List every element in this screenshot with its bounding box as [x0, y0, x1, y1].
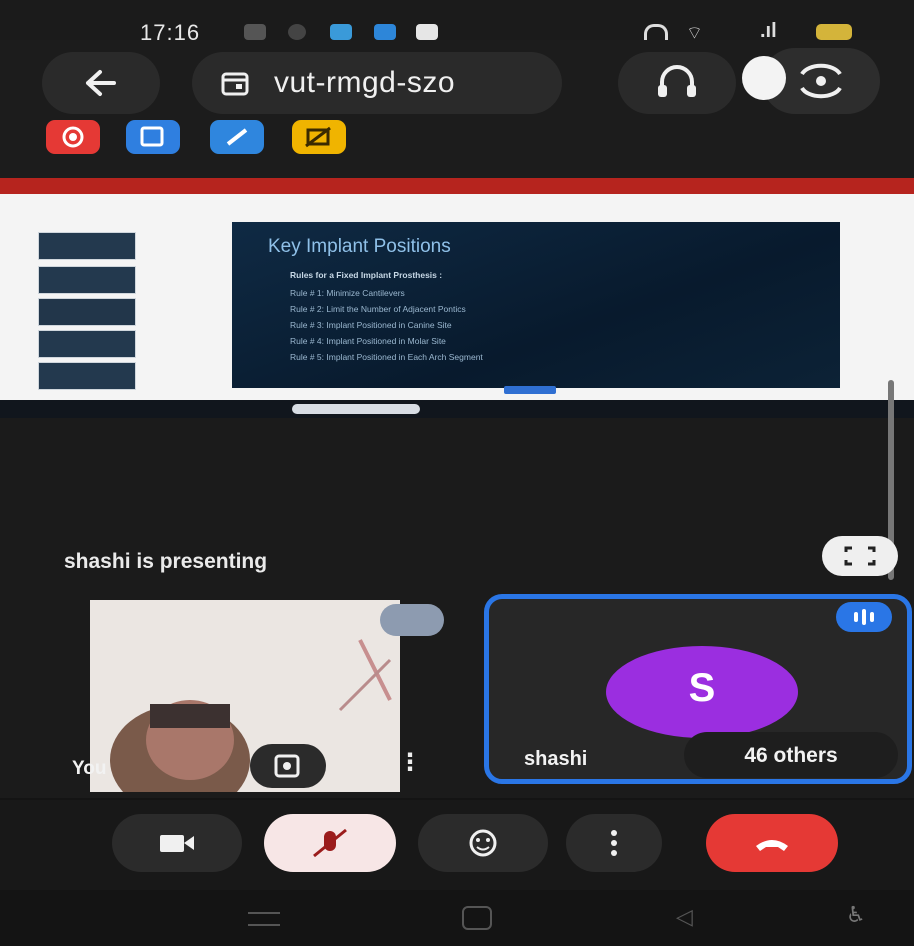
mic-toggle-button[interactable] — [264, 814, 396, 872]
speaking-indicator-icon — [836, 602, 892, 632]
battery-icon — [816, 24, 852, 40]
no-camera-icon[interactable] — [292, 120, 346, 154]
back-button[interactable] — [42, 52, 160, 114]
chat-icon — [288, 24, 306, 40]
avatar-initial: S — [688, 666, 716, 710]
headset-icon — [644, 24, 668, 41]
presenting-status: shashi is presenting — [64, 550, 268, 573]
slide-subtitle: Rules for a Fixed Implant Prosthesis : — [290, 270, 443, 280]
record-icon[interactable] — [46, 120, 100, 154]
slide-thumbnail[interactable] — [38, 362, 136, 390]
slide-badge — [504, 386, 556, 394]
mic-muted-icon — [380, 604, 444, 636]
participant-name: shashi — [524, 748, 588, 770]
effects-icon — [274, 754, 300, 778]
meeting-code: vut-rmgd-szo — [274, 66, 456, 99]
system-navigation-bar — [0, 890, 914, 946]
back-arrow-icon — [86, 70, 116, 96]
slide-rule: Rule # 2: Limit the Number of Adjacent P… — [290, 304, 466, 314]
end-call-icon — [756, 840, 788, 851]
reactions-button[interactable] — [418, 814, 548, 872]
others-label: 46 others — [744, 744, 838, 767]
tile-more-icon[interactable]: ⋮ — [398, 748, 422, 777]
slide-rule: Rule # 5: Implant Positioned in Each Arc… — [290, 352, 483, 362]
moon-icon — [742, 56, 786, 100]
presentation-app-ribbon — [0, 178, 914, 194]
fullscreen-icon — [844, 546, 876, 566]
edit-icon[interactable] — [210, 120, 264, 154]
end-call-button[interactable] — [706, 814, 838, 872]
audio-output-button[interactable] — [618, 52, 736, 114]
slide-thumbnail[interactable] — [38, 330, 136, 358]
camera-icon — [244, 24, 266, 40]
slide-thumbnail[interactable] — [38, 266, 136, 294]
accessibility-icon[interactable]: ♿ — [846, 902, 866, 928]
slide-rule: Rule # 1: Minimize Cantilevers — [290, 288, 405, 298]
slide-rule: Rule # 3: Implant Positioned in Canine S… — [290, 320, 452, 330]
slide-thumbnail[interactable] — [38, 232, 136, 260]
fullscreen-button[interactable] — [822, 536, 898, 576]
presenter-taskbar — [0, 400, 914, 418]
self-label: You — [72, 758, 107, 779]
slide-thumbnail[interactable] — [38, 298, 136, 326]
taskbar-search — [292, 404, 420, 414]
headphones-icon — [658, 65, 696, 97]
calendar-icon — [221, 72, 249, 96]
back-nav-icon[interactable]: ◁ — [676, 904, 693, 930]
mic-off-icon — [313, 828, 347, 858]
effects-button[interactable] — [250, 744, 326, 788]
slide-rule: Rule # 4: Implant Positioned in Molar Si… — [290, 336, 446, 346]
recent-apps-icon[interactable] — [248, 912, 280, 926]
self-camera-feed — [90, 600, 400, 792]
app-icon — [330, 24, 352, 40]
home-icon[interactable] — [462, 906, 492, 930]
camera-icon — [160, 835, 194, 852]
app-icon — [416, 24, 438, 40]
slide-title: Key Implant Positions — [268, 236, 451, 257]
more-vert-icon — [611, 830, 617, 856]
emoji-icon — [469, 829, 497, 857]
camera-toggle-button[interactable] — [112, 814, 242, 872]
app-icon — [374, 24, 396, 40]
self-video-tile[interactable] — [90, 600, 400, 792]
whiteboard-icon[interactable] — [126, 120, 180, 154]
more-options-button[interactable] — [566, 814, 662, 872]
